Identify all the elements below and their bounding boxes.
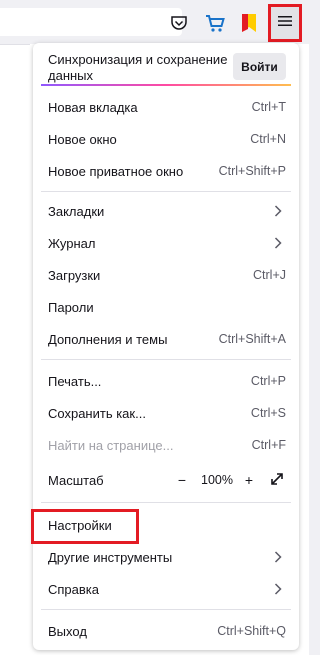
settings-highlight-box (31, 509, 139, 544)
menu-item-label: Выход (48, 623, 87, 639)
cart-icon[interactable] (202, 10, 228, 36)
menu-item-shortcut: Ctrl+N (250, 132, 286, 146)
menu-item-shortcut: Ctrl+S (250, 406, 286, 420)
menu-item-save-as[interactable]: Сохранить как... Ctrl+S (33, 397, 299, 429)
page-divider (0, 44, 30, 45)
menu-item-label: Пароли (48, 299, 94, 315)
menu-item-history[interactable]: Журнал (33, 227, 299, 259)
menu-item-new-private-window[interactable]: Новое приватное окно Ctrl+Shift+P (33, 155, 299, 187)
plus-icon: + (244, 472, 254, 488)
fullscreen-icon (270, 472, 284, 489)
menu-item-shortcut: Ctrl+T (251, 100, 286, 114)
chevron-right-icon (271, 582, 285, 596)
menu-item-passwords[interactable]: Пароли (33, 291, 299, 323)
menu-item-shortcut: Ctrl+Shift+A (218, 332, 286, 346)
menu-item-print[interactable]: Печать... Ctrl+P (33, 365, 299, 397)
menu-item-more-tools[interactable]: Другие инструменты (33, 541, 299, 573)
menu-separator (41, 609, 291, 610)
menu-separator (41, 359, 291, 360)
menu-item-bookmarks[interactable]: Закладки (33, 195, 299, 227)
hamburger-menu-button[interactable] (268, 4, 302, 42)
menu-item-new-window[interactable]: Новое окно Ctrl+N (33, 123, 299, 155)
menu-item-zoom: Масштаб − 100% + (33, 464, 299, 496)
menu-item-new-tab[interactable]: Новая вкладка Ctrl+T (33, 91, 299, 123)
menu-separator (41, 191, 291, 192)
menu-item-shortcut: Ctrl+J (253, 268, 286, 282)
menu-item-help[interactable]: Справка (33, 573, 299, 605)
chevron-right-icon (271, 204, 285, 218)
menu-item-label: Другие инструменты (48, 549, 173, 565)
menu-item-shortcut: Ctrl+F (251, 438, 286, 452)
menu-item-label: Найти на странице... (48, 437, 174, 453)
menu-item-label: Масштаб (48, 472, 104, 488)
login-button[interactable]: Войти (233, 53, 286, 80)
menu-item-shortcut: Ctrl+P (250, 374, 286, 388)
bookmark-ribbon-icon[interactable] (236, 10, 262, 36)
menu-item-label: Журнал (48, 235, 96, 251)
menu-separator (41, 502, 291, 503)
app-menu-panel: Синхронизация и сохранение данных Войти … (33, 43, 299, 650)
zoom-value[interactable]: 100% (198, 471, 236, 489)
hamburger-menu-icon (278, 14, 292, 32)
menu-item-label: Загрузки (48, 267, 101, 283)
menu-item-exit[interactable]: Выход Ctrl+Shift+Q (33, 615, 299, 647)
browser-toolbar (0, 0, 309, 44)
pocket-icon[interactable] (166, 10, 192, 36)
minus-icon: − (177, 472, 187, 488)
zoom-out-button[interactable]: − (173, 471, 191, 489)
menu-item-label: Новое приватное окно (48, 163, 184, 179)
menu-item-label: Сохранить как... (48, 405, 146, 421)
menu-item-shortcut: Ctrl+Shift+P (218, 164, 286, 178)
menu-item-shortcut: Ctrl+Shift+Q (217, 624, 286, 638)
fullscreen-button[interactable] (268, 471, 286, 489)
sync-gradient-divider (41, 84, 291, 86)
url-bar[interactable] (0, 8, 182, 36)
menu-item-addons-themes[interactable]: Дополнения и темы Ctrl+Shift+A (33, 323, 299, 355)
menu-item-label: Закладки (48, 203, 105, 219)
menu-item-label: Новое окно (48, 131, 117, 147)
menu-item-find-in-page[interactable]: Найти на странице... Ctrl+F (33, 429, 299, 461)
menu-item-label: Новая вкладка (48, 99, 138, 115)
menu-item-downloads[interactable]: Загрузки Ctrl+J (33, 259, 299, 291)
zoom-in-button[interactable]: + (240, 471, 258, 489)
zoom-controls: − 100% + (173, 471, 288, 489)
menu-item-label: Печать... (48, 373, 102, 389)
sync-text: Синхронизация и сохранение данных (48, 52, 228, 83)
chevron-right-icon (271, 550, 285, 564)
menu-item-label: Справка (48, 581, 99, 597)
menu-item-label: Дополнения и темы (48, 331, 168, 347)
sync-section: Синхронизация и сохранение данных Войти (33, 43, 299, 91)
chevron-right-icon (271, 236, 285, 250)
